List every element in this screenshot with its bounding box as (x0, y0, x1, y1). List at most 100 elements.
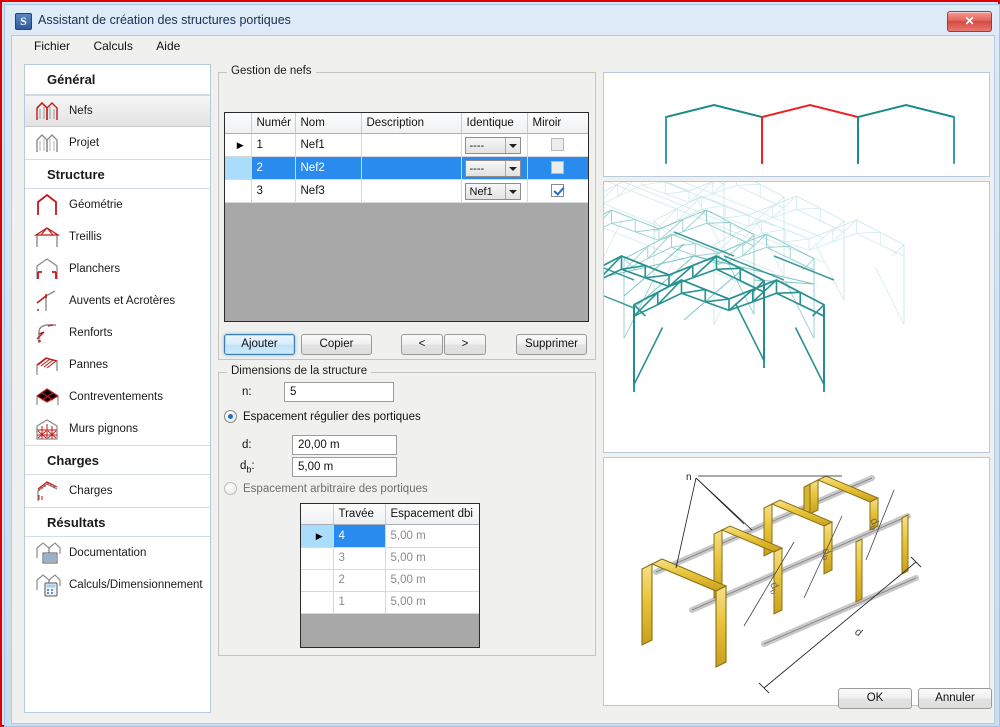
cell-identique[interactable]: ---- (461, 156, 528, 180)
sidebar-item-geometrie[interactable]: Géométrie (25, 189, 210, 221)
arbitrary-spacing-radio[interactable]: Espacement arbitraire des portiques (224, 482, 428, 495)
cell-numero[interactable]: 2 (251, 156, 296, 180)
row-indicator-cell[interactable] (301, 569, 334, 592)
menu-aide[interactable]: Aide (148, 36, 191, 56)
d-input[interactable]: 20,00 m (292, 435, 397, 455)
chevron-down-icon[interactable] (504, 138, 520, 153)
sidebar-item-renforts[interactable]: Renforts (25, 317, 210, 349)
n-input[interactable]: 5 (284, 382, 394, 402)
copy-button[interactable]: Copier (301, 334, 372, 355)
chevron-down-icon[interactable] (504, 161, 520, 176)
cell-travee[interactable]: 1 (333, 591, 386, 614)
cell-numero[interactable]: 3 (251, 179, 296, 203)
table-row[interactable]: 3 Nef3 Nef1 (225, 179, 589, 203)
column-header-description[interactable]: Description (361, 113, 462, 134)
sidebar-item-label: Auvents et Acrotères (69, 295, 176, 307)
table-row[interactable]: 1 5,00 m (301, 591, 479, 614)
table-row[interactable]: ▶ 1 Nef1 ---- (225, 133, 588, 157)
cell-numero[interactable]: 1 (251, 133, 296, 157)
sidebar-item-projet[interactable]: Projet (25, 127, 210, 159)
table-row[interactable]: 2 5,00 m (301, 569, 479, 592)
chevron-down-icon[interactable] (504, 184, 520, 199)
sidebar-item-auvents-acroteres[interactable]: Auvents et Acrotères (25, 285, 210, 317)
cell-espacement[interactable]: 5,00 m (385, 524, 479, 548)
cell-miroir[interactable] (527, 133, 588, 157)
sidebar-item-calculs-dimensionnement[interactable]: Calculs/Dimensionnement (25, 569, 210, 601)
sidebar-item-treillis[interactable]: Treillis (25, 221, 210, 253)
column-header-travee[interactable]: Travée (333, 504, 386, 525)
cell-nom[interactable]: Nef1 (295, 133, 362, 157)
cross-section-preview[interactable] (603, 72, 990, 177)
ok-button[interactable]: OK (838, 688, 912, 709)
row-indicator-cell[interactable] (301, 547, 334, 570)
regular-spacing-radio[interactable]: Espacement régulier des portiques (224, 410, 421, 423)
menu-fichier[interactable]: Fichier (26, 36, 81, 56)
identique-dropdown[interactable]: Nef1 (464, 183, 521, 200)
close-icon[interactable]: ✕ (947, 11, 992, 32)
radio-indicator[interactable] (224, 482, 237, 495)
cell-identique[interactable]: Nef1 (461, 179, 528, 203)
calculation-icon (33, 572, 63, 598)
miroir-checkbox[interactable] (551, 184, 565, 197)
column-header-nom[interactable]: Nom (295, 113, 362, 134)
cell-nom[interactable]: Nef3 (295, 179, 362, 203)
identique-dropdown[interactable]: ---- (464, 160, 521, 177)
miroir-checkbox-wrap (528, 180, 589, 202)
previous-button[interactable]: < (401, 334, 443, 355)
miroir-checkbox-wrap (528, 157, 589, 179)
identique-value: Nef1 (469, 185, 493, 198)
bracing-icon (33, 384, 63, 410)
row-indicator-cell[interactable] (301, 591, 334, 614)
column-header-miroir[interactable]: Miroir (527, 113, 588, 134)
sidebar-item-planchers[interactable]: Planchers (25, 253, 210, 285)
delete-button[interactable]: Supprimer (516, 334, 587, 355)
cancel-button[interactable]: Annuler (918, 688, 992, 709)
cell-description[interactable] (361, 179, 462, 203)
row-indicator-cell[interactable]: ▶ (225, 133, 252, 157)
next-button[interactable]: > (444, 334, 486, 355)
sidebar-item-pannes[interactable]: Pannes (25, 349, 210, 381)
table-row[interactable]: 2 Nef2 ---- (225, 156, 589, 180)
column-header-rowmark[interactable] (225, 113, 252, 134)
miroir-checkbox[interactable] (551, 161, 565, 174)
cell-espacement[interactable]: 5,00 m (385, 591, 479, 614)
table-row[interactable]: ▶ 4 5,00 m (301, 524, 479, 548)
cell-travee[interactable]: 3 (333, 547, 386, 570)
wireframe-3d-svg (604, 182, 905, 392)
column-header-identique[interactable]: Identique (461, 113, 528, 134)
wireframe-3d-preview[interactable] (603, 181, 990, 453)
column-header-numero[interactable]: Numér (251, 113, 296, 134)
sidebar-item-documentation[interactable]: Documentation (25, 537, 210, 569)
cell-espacement[interactable]: 5,00 m (385, 569, 479, 592)
add-button[interactable]: Ajouter (224, 334, 295, 355)
cell-identique[interactable]: ---- (461, 133, 528, 157)
column-header-rowmark[interactable] (301, 504, 334, 525)
sidebar-item-label: Pannes (69, 359, 109, 371)
dimension-diagram-preview[interactable]: n db db db d (603, 457, 990, 706)
nefs-table[interactable]: Numér Nom Description Identique Miroir ▶ (224, 112, 589, 322)
sidebar-item-murs-pignons[interactable]: Murs pignons (25, 413, 210, 445)
sidebar-item-contreventements[interactable]: Contreventements (25, 381, 210, 413)
cell-espacement[interactable]: 5,00 m (385, 547, 479, 570)
db-input[interactable]: 5,00 m (292, 457, 397, 477)
cell-description[interactable] (361, 156, 462, 180)
radio-indicator[interactable] (224, 410, 237, 423)
sidebar-item-charges[interactable]: Charges (25, 475, 210, 507)
cell-travee[interactable]: 4 (333, 524, 386, 548)
travee-table[interactable]: Travée Espacement dbi ▶ 4 5,00 m 3 5,00 … (300, 503, 480, 648)
table-header-row: Travée Espacement dbi (301, 504, 479, 525)
row-indicator-cell[interactable] (225, 156, 252, 180)
cell-travee[interactable]: 2 (333, 569, 386, 592)
menu-calculs[interactable]: Calculs (85, 36, 143, 56)
miroir-checkbox[interactable] (551, 138, 565, 151)
cell-miroir[interactable] (527, 156, 589, 180)
cell-miroir[interactable] (527, 179, 589, 203)
identique-dropdown[interactable]: ---- (464, 137, 521, 154)
cell-description[interactable] (361, 133, 462, 157)
column-header-espacement[interactable]: Espacement dbi (385, 504, 479, 525)
table-row[interactable]: 3 5,00 m (301, 547, 479, 570)
sidebar-item-nefs[interactable]: Nefs (25, 95, 210, 127)
row-indicator-cell[interactable]: ▶ (301, 524, 334, 548)
cell-nom[interactable]: Nef2 (295, 156, 362, 180)
row-indicator-cell[interactable] (225, 179, 252, 203)
